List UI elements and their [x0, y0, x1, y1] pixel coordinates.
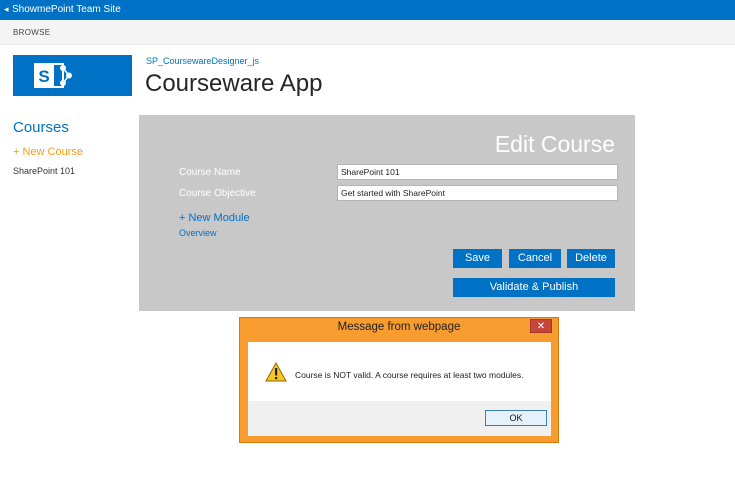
overview-module-link[interactable]: Overview	[179, 228, 217, 238]
site-name[interactable]: ShowmePoint Team Site	[12, 4, 121, 15]
svg-text:S: S	[38, 67, 49, 86]
page-title: Courseware App	[145, 70, 323, 97]
course-list-item[interactable]: SharePoint 101	[13, 166, 75, 176]
caret-left-icon[interactable]: ◂	[4, 4, 9, 15]
sharepoint-logo-icon: S	[13, 55, 132, 96]
validate-publish-button[interactable]: Validate & Publish	[453, 278, 615, 297]
dialog-message: Course is NOT valid. A course requires a…	[295, 370, 524, 380]
save-button[interactable]: Save	[453, 249, 502, 268]
sharepoint-logo[interactable]: S	[13, 55, 132, 96]
edit-course-title: Edit Course	[494, 131, 615, 157]
new-module-link[interactable]: + New Module	[179, 212, 250, 224]
warning-icon	[265, 362, 287, 382]
ribbon: BROWSE	[0, 20, 735, 45]
delete-button[interactable]: Delete	[567, 249, 615, 268]
courses-heading: Courses	[13, 119, 69, 136]
message-dialog: Message from webpage ✕ Course is NOT val…	[239, 317, 559, 443]
site-breadcrumb-link[interactable]: SP_CoursewareDesigner_js	[146, 56, 259, 66]
new-course-link[interactable]: + New Course	[13, 146, 83, 158]
close-icon[interactable]: ✕	[530, 319, 552, 333]
course-name-input[interactable]	[337, 164, 618, 180]
course-objective-input[interactable]	[337, 185, 618, 201]
course-objective-label: Course Objective	[179, 188, 256, 199]
course-name-label: Course Name	[179, 167, 241, 178]
ok-button[interactable]: OK	[485, 410, 547, 426]
dialog-title[interactable]: Message from webpage	[240, 321, 558, 333]
dialog-body: Course is NOT valid. A course requires a…	[248, 342, 551, 436]
dialog-footer: OK	[248, 401, 551, 436]
suite-bar: ◂ ShowmePoint Team Site	[0, 0, 735, 20]
edit-course-panel: Edit Course Course Name Course Objective…	[139, 115, 635, 311]
ribbon-tab-browse[interactable]: BROWSE	[13, 28, 50, 37]
cancel-button[interactable]: Cancel	[509, 249, 561, 268]
